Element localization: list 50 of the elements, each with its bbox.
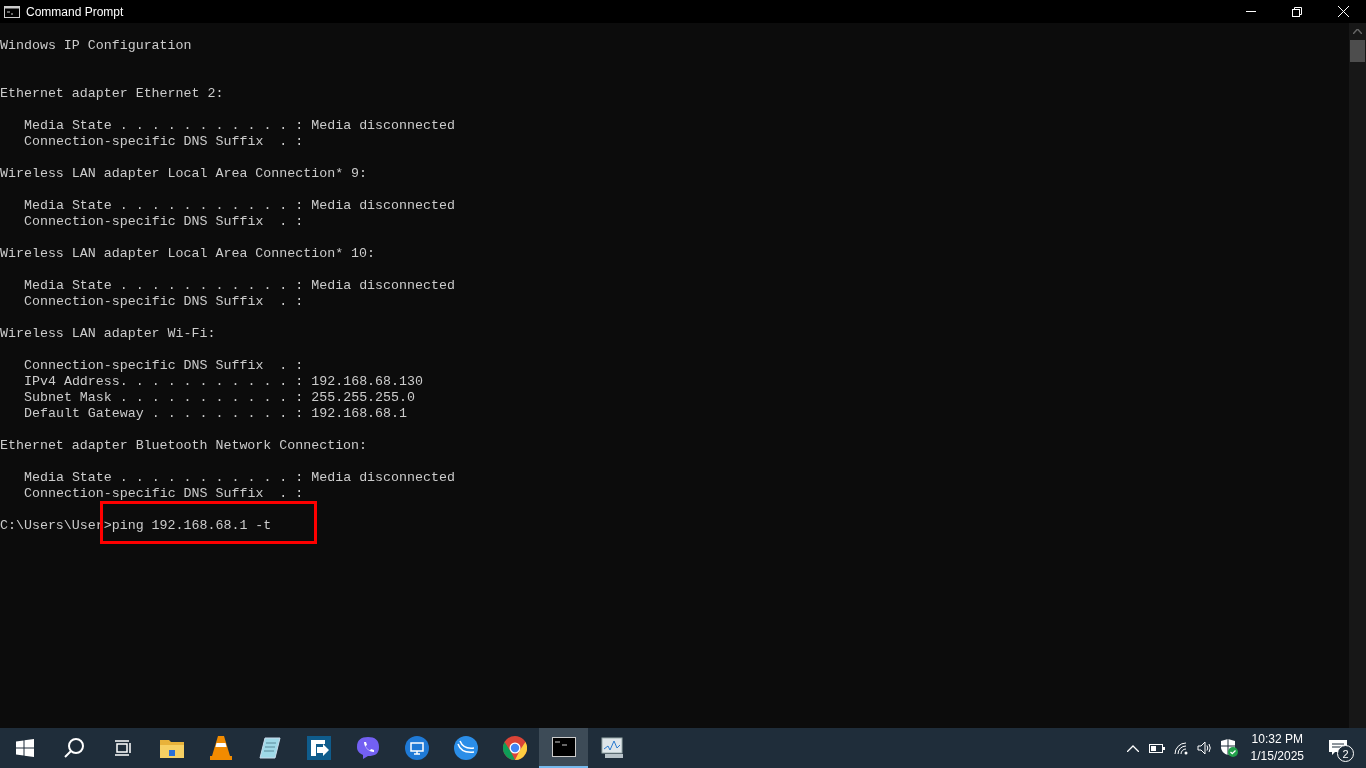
wifi-icon[interactable] (1173, 741, 1188, 755)
config-line: Media State . . . . . . . . . . . : Media disconnected (24, 470, 455, 485)
task-view-icon[interactable] (113, 739, 132, 757)
notepad-icon[interactable] (258, 737, 281, 759)
config-line: IPv4 Address. . . . . . . . . . . : 192.168.68.130 (24, 374, 423, 389)
scroll-up-icon[interactable] (1353, 29, 1362, 34)
scroll-thumb[interactable] (1350, 40, 1365, 62)
traffic-cone-icon[interactable] (209, 736, 232, 760)
config-line: Media State . . . . . . . . . . . : Media disconnected (24, 198, 455, 213)
monitor-icon[interactable] (404, 736, 429, 760)
terminal-icon[interactable] (551, 737, 576, 757)
clock-date[interactable]: 1/15/2025 (1250, 748, 1304, 765)
config-line: Connection-specific DNS Suffix . : (24, 358, 304, 373)
adapter-heading: Windows IP Configuration (0, 38, 192, 53)
globe-icon[interactable] (453, 736, 478, 760)
adapter-heading: Ethernet adapter Ethernet 2: (0, 86, 224, 101)
config-line: Connection-specific DNS Suffix . : (24, 486, 304, 501)
config-line: Connection-specific DNS Suffix . : (24, 294, 304, 309)
config-line: Default Gateway . . . . . . . . . : 192.168.68.1 (24, 406, 407, 421)
config-line: Connection-specific DNS Suffix . : (24, 214, 304, 229)
restore-icon (1292, 6, 1302, 17)
shield-check-icon[interactable] (1219, 739, 1238, 757)
windows-logo-icon[interactable] (15, 739, 34, 757)
phone-bubble-icon[interactable] (355, 736, 380, 760)
close-icon (1337, 6, 1349, 17)
typed-command: ping 192.168.68.1 -t (111, 518, 272, 534)
adapter-heading: Wireless LAN adapter Wi-Fi: (0, 326, 216, 341)
config-line: Subnet Mask . . . . . . . . . . . : 255.255.255.0 (24, 390, 415, 405)
adapter-heading: Wireless LAN adapter Local Area Connection* 9: (0, 166, 368, 181)
window-title: Command Prompt (26, 4, 125, 19)
notification-button[interactable]: 2 (1318, 728, 1358, 768)
battery-icon[interactable] (1148, 743, 1165, 753)
notification-count: 2 (1337, 745, 1354, 762)
search-icon[interactable] (62, 737, 85, 759)
clock-time[interactable]: 10:32 PM (1251, 731, 1303, 748)
folder-icon[interactable] (159, 738, 184, 758)
config-line: Connection-specific DNS Suffix . : (24, 134, 304, 149)
taskbar-button[interactable] (539, 728, 588, 768)
chevron-up-icon[interactable] (1126, 744, 1139, 752)
config-line: Media State . . . . . . . . . . . : Media disconnected (24, 118, 455, 133)
adapter-heading: Ethernet adapter Bluetooth Network Connection: (0, 438, 368, 453)
config-line: Media State . . . . . . . . . . . : Media disconnected (24, 278, 455, 293)
arrow-app-icon[interactable] (306, 736, 331, 760)
performance-monitor-icon[interactable] (600, 737, 625, 759)
command-prompt-icon (4, 5, 20, 18)
speaker-icon[interactable] (1196, 741, 1213, 755)
scrollbar[interactable] (1349, 23, 1366, 728)
browser-icon[interactable] (502, 736, 527, 760)
adapter-heading: Wireless LAN adapter Local Area Connection* 10: (0, 246, 376, 261)
minimize-icon (1246, 11, 1256, 12)
